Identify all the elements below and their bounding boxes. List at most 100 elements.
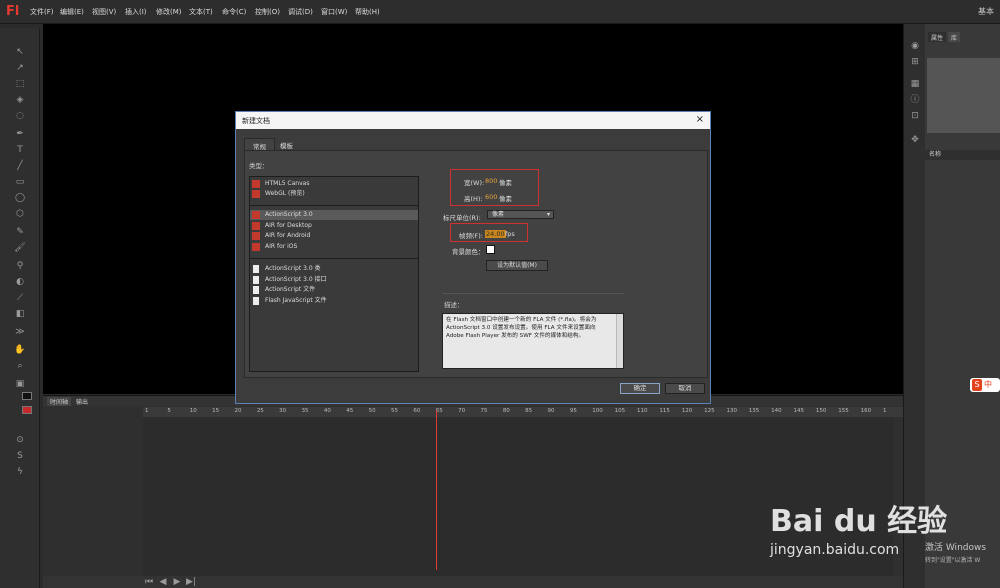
menu-help[interactable]: 帮助(H) <box>355 7 380 17</box>
width-field[interactable]: 800 <box>485 177 497 185</box>
ruler-tick-label: 20 <box>234 408 242 414</box>
set-default-button[interactable]: 设为默认值(M) <box>486 260 548 271</box>
document-type-list: HTML5 Canvas WebGL (预览) ActionScript 3.0… <box>249 176 419 372</box>
free-transform-tool-icon[interactable]: ⬚ <box>14 78 26 90</box>
rectangle-tool-icon[interactable]: ▭ <box>14 176 26 188</box>
tab-output[interactable]: 输出 <box>73 397 91 406</box>
eraser-tool-icon[interactable]: ◧ <box>14 308 26 320</box>
background-color-swatch[interactable] <box>486 245 495 254</box>
bone-tool-icon[interactable]: ⚲ <box>14 260 26 272</box>
components-panel-icon[interactable]: ✥ <box>909 134 921 146</box>
description-scrollbar[interactable] <box>616 314 623 368</box>
fps-label: 帧频(F): <box>459 232 484 240</box>
tab-templates[interactable]: 模板 <box>272 138 301 150</box>
hand-tool-icon[interactable]: ✋ <box>14 344 26 356</box>
menu-commands[interactable]: 命令(C) <box>222 7 246 17</box>
swatches-panel-icon[interactable]: ▦ <box>909 78 921 90</box>
list-item[interactable]: WebGL (预览) <box>250 189 418 199</box>
info-panel-icon[interactable]: ⓘ <box>909 94 921 106</box>
menu-insert[interactable]: 插入(I) <box>125 7 147 17</box>
ruler-tick-label: 35 <box>301 408 309 414</box>
step-forward-icon[interactable]: ▶| <box>185 576 197 588</box>
ruler-tick-label: 135 <box>748 408 760 414</box>
cancel-button[interactable]: 取消 <box>665 383 705 394</box>
list-item[interactable]: AIR for Android <box>250 231 418 241</box>
tab-timeline[interactable]: 时间轴 <box>47 397 72 406</box>
ruler-tick-label: 1 <box>883 408 887 414</box>
line-tool-icon[interactable]: ╱ <box>14 160 26 172</box>
eyedropper-tool-icon[interactable]: ⟋ <box>14 292 26 304</box>
list-item[interactable]: HTML5 Canvas <box>250 179 418 189</box>
ruler-tick-label: 150 <box>815 408 827 414</box>
list-item[interactable]: AIR for iOS <box>250 242 418 252</box>
menu-edit[interactable]: 编辑(E) <box>60 7 84 17</box>
step-back-icon[interactable]: ◀ <box>157 576 169 588</box>
height-field[interactable]: 600 <box>485 193 497 201</box>
ruler-units-label: 标尺单位(R): <box>443 214 481 222</box>
ime-indicator[interactable]: S 中 <box>970 378 1000 392</box>
oval-tool-icon[interactable]: ◯ <box>14 192 26 204</box>
menu-text[interactable]: 文本(T) <box>189 7 213 17</box>
width-tool-icon[interactable]: ≫ <box>14 326 26 338</box>
zoom-tool-icon[interactable]: ⌕ <box>14 360 26 372</box>
menu-modify[interactable]: 修改(M) <box>156 7 182 17</box>
go-first-frame-icon[interactable]: ⏮ <box>143 576 155 588</box>
tab-properties[interactable]: 属性 <box>928 32 947 42</box>
ruler-tick-label: 140 <box>771 408 782 414</box>
transform-panel-icon[interactable]: ⊡ <box>909 110 921 122</box>
3d-rotation-tool-icon[interactable]: ◈ <box>14 94 26 106</box>
list-item[interactable]: ActionScript 文件 <box>250 285 418 295</box>
frame-ruler[interactable]: 1 5 10 15 20 25 30 35 40 45 50 55 60 65 70 75 80 85 90 95 10… <box>143 407 903 417</box>
snap-to-objects-icon[interactable]: ⊙ <box>14 434 26 446</box>
straighten-icon[interactable]: ϟ <box>14 466 26 478</box>
lasso-tool-icon[interactable]: ◌ <box>14 110 26 122</box>
ruler-tick-label: 40 <box>323 408 331 414</box>
menu-debug[interactable]: 调试(D) <box>288 7 313 17</box>
camera-tool-icon[interactable]: ▣ <box>14 378 26 390</box>
playhead[interactable] <box>436 410 437 570</box>
ruler-tick-label: 10 <box>189 408 197 414</box>
close-icon[interactable]: × <box>696 114 704 125</box>
menu-control[interactable]: 控制(O) <box>255 7 280 17</box>
subselection-tool-icon[interactable]: ↗ <box>14 62 26 74</box>
ok-button[interactable]: 确定 <box>620 383 660 394</box>
document-type-icon <box>252 243 260 251</box>
menu-file[interactable]: 文件(F) <box>30 7 54 17</box>
ruler-tick-label: 55 <box>391 408 398 414</box>
ruler-tick-label: 30 <box>279 408 287 414</box>
paint-bucket-tool-icon[interactable]: ◐ <box>14 276 26 288</box>
tools-panel: ↖ ↗ ⬚ ◈ ◌ ✒ T ╱ ▭ ◯ ⬡ ✎ 🖌 ⚲ ◐ ⟋ ◧ ≫ ✋ ⌕ … <box>0 28 40 588</box>
list-item[interactable]: Flash JavaScript 文件 <box>250 296 418 306</box>
ruler-units-select[interactable]: 像素 ▾ <box>487 210 554 219</box>
list-item[interactable]: ActionScript 3.0 <box>250 210 418 220</box>
color-panel-icon[interactable]: ◉ <box>909 40 921 52</box>
ruler-tick-label: 120 <box>681 408 693 414</box>
pencil-tool-icon[interactable]: ✎ <box>14 226 26 238</box>
fill-color-swatch[interactable] <box>22 406 32 414</box>
text-tool-icon[interactable]: T <box>14 144 26 156</box>
selection-tool-icon[interactable]: ↖ <box>14 46 26 58</box>
workspace-switcher[interactable]: 基本 <box>978 6 994 17</box>
document-type-icon <box>252 211 260 219</box>
play-icon[interactable]: ▶ <box>171 576 183 588</box>
brush-tool-icon[interactable]: 🖌 <box>14 242 26 254</box>
list-separator <box>250 205 418 206</box>
list-item[interactable]: ActionScript 3.0 类 <box>250 264 418 274</box>
height-unit: 像素 <box>499 195 512 203</box>
list-item[interactable]: ActionScript 3.0 接口 <box>250 275 418 285</box>
tab-library[interactable]: 库 <box>948 32 961 42</box>
smooth-icon[interactable]: S <box>14 450 26 462</box>
list-item[interactable]: AIR for Desktop <box>250 221 418 231</box>
align-panel-icon[interactable]: ⊞ <box>909 56 921 68</box>
tab-general[interactable]: 常规 <box>244 138 275 151</box>
menu-window[interactable]: 窗口(W) <box>321 7 347 17</box>
pen-tool-icon[interactable]: ✒ <box>14 128 26 140</box>
document-type-icon <box>252 222 260 230</box>
type-label: 类型： <box>249 162 269 170</box>
background-color-label: 背景颜色： <box>452 248 485 256</box>
menu-view[interactable]: 视图(V) <box>92 7 116 17</box>
polystar-tool-icon[interactable]: ⬡ <box>14 208 26 220</box>
stroke-color-swatch[interactable] <box>22 392 32 400</box>
fps-field[interactable]: 24.00 <box>485 230 506 238</box>
sogou-icon: S <box>972 379 982 391</box>
